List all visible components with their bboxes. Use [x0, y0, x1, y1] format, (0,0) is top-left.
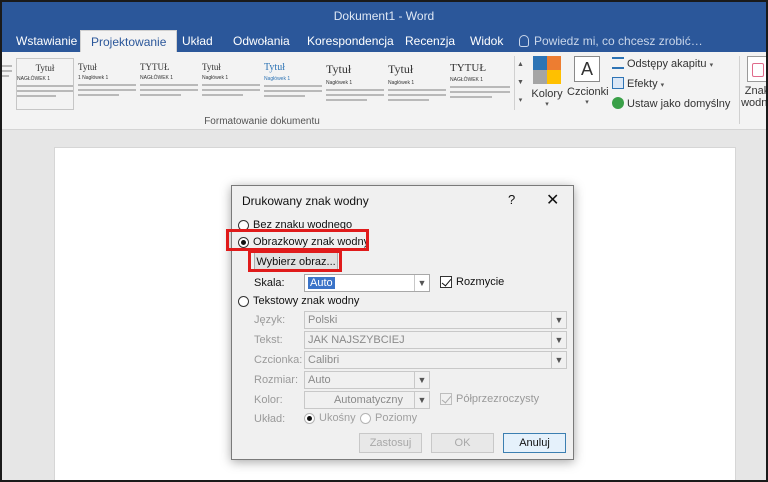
gallery-more-icon[interactable]: ▾	[515, 92, 526, 110]
fonts-button[interactable]: A Czcionki ▾	[567, 56, 609, 106]
language-select[interactable]: Polski ▼	[304, 311, 567, 329]
tab-odwolania[interactable]: Odwołania	[223, 30, 300, 52]
tab-projektowanie[interactable]: Projektowanie	[80, 30, 178, 52]
checkmark-circle-icon	[612, 97, 624, 109]
color-label: Kolor:	[254, 394, 283, 406]
chevron-down-icon: ▾	[545, 101, 549, 108]
radio-icon	[238, 219, 249, 231]
dialog-title: Drukowany znak wodny	[242, 194, 369, 208]
colors-button[interactable]: Kolory ▾	[530, 56, 564, 108]
apply-button[interactable]: Zastosuj	[359, 433, 422, 453]
paragraph-spacing-icon	[612, 57, 624, 69]
color-select[interactable]: Automatyczny ▼	[304, 391, 430, 409]
style-set-item[interactable]: Tytuł Nagłówek 1	[264, 58, 322, 110]
scale-select[interactable]: Auto ▼	[304, 274, 430, 292]
style-set-item[interactable]: Tytuł Nagłówek 1	[202, 58, 260, 110]
font-label: Czcionka:	[254, 354, 303, 366]
radio-selected-icon	[304, 412, 315, 424]
cancel-button[interactable]: Anuluj	[503, 433, 566, 453]
size-label: Rozmiar:	[254, 374, 299, 386]
style-set-item[interactable]: TYTUŁ NAGŁÓWEK 1	[450, 58, 510, 110]
watermark-icon	[747, 56, 766, 82]
text-label: Tekst:	[254, 334, 283, 346]
style-set-item[interactable]: Tytuł Nagłówek 1	[326, 58, 384, 110]
size-select[interactable]: Auto ▼	[304, 371, 430, 389]
tab-recenzja[interactable]: Recenzja	[395, 30, 465, 52]
text-select[interactable]: JAK NAJSZYBCIEJ ▼	[304, 331, 567, 349]
word-window: Dokument1 - Word Wstawianie Projektowani…	[0, 0, 768, 482]
set-as-default-button[interactable]: Ustaw jako domyślny	[612, 97, 732, 110]
help-button[interactable]: ?	[508, 192, 515, 207]
style-set-item[interactable]: Tytuł NAGŁÓWEK 1	[16, 58, 74, 110]
radio-icon	[360, 412, 371, 424]
style-set-item[interactable]: TYTUŁ NAGŁÓWEK 1	[140, 58, 198, 110]
horizontal-radio[interactable]: Poziomy	[360, 412, 417, 424]
text-watermark-radio[interactable]: Tekstowy znak wodny	[238, 295, 359, 307]
fonts-icon: A	[574, 56, 600, 82]
watermark-dialog: Drukowany znak wodny ? ✕ Bez znaku wodne…	[231, 185, 574, 460]
paragraph-spacing-button[interactable]: Odstępy akapitu ▾	[612, 57, 732, 70]
tab-uklad[interactable]: Układ	[172, 30, 223, 52]
style-set-item[interactable]: Tytuł Nagłówek 1	[388, 58, 446, 110]
scale-label: Skala:	[254, 277, 285, 289]
ok-button[interactable]: OK	[431, 433, 494, 453]
select-picture-button[interactable]: Wybierz obraz...	[254, 252, 338, 272]
effects-button[interactable]: Efekty ▾	[612, 77, 732, 90]
chevron-down-icon: ▼	[414, 392, 429, 408]
scroll-up-icon[interactable]: ▲	[515, 56, 526, 74]
chevron-down-icon: ▼	[551, 332, 566, 348]
chevron-down-icon: ▼	[414, 372, 429, 388]
gallery-scroll[interactable]: ▲ ▼ ▾	[514, 56, 526, 110]
style-set-item[interactable]: Tytuł 1 Nagłówek 1	[78, 58, 136, 110]
window-title: Dokument1 - Word	[333, 9, 435, 23]
effects-icon	[612, 77, 624, 89]
radio-selected-icon	[238, 236, 249, 248]
checkbox-checked-icon	[440, 393, 452, 405]
ribbon: Tytuł NAGŁÓWEK 1 Tytuł 1 Nagłówek 1 TYTU…	[2, 52, 766, 130]
watermark-button[interactable]: Znak wodny	[740, 56, 766, 109]
scroll-down-icon[interactable]: ▼	[515, 74, 526, 92]
font-select[interactable]: Calibri ▼	[304, 351, 567, 369]
tab-korespondencja[interactable]: Korespondencja	[297, 30, 404, 52]
chevron-down-icon: ▾	[585, 99, 589, 106]
diagonal-radio[interactable]: Ukośny	[304, 412, 356, 424]
chevron-down-icon: ▼	[551, 352, 566, 368]
language-label: Język:	[254, 314, 286, 326]
picture-watermark-radio[interactable]: Obrazkowy znak wodny	[238, 236, 369, 248]
style-set-item[interactable]	[2, 58, 12, 110]
colors-icon	[533, 56, 561, 84]
close-button[interactable]: ✕	[546, 190, 559, 210]
chevron-down-icon: ▼	[551, 312, 566, 328]
lightbulb-icon	[519, 35, 529, 47]
style-set-gallery: Tytuł NAGŁÓWEK 1 Tytuł 1 Nagłówek 1 TYTU…	[2, 56, 514, 112]
ribbon-tabs: Wstawianie Projektowanie Układ Odwołania…	[2, 30, 766, 52]
title-bar: Dokument1 - Word	[2, 2, 766, 30]
semitransparent-checkbox[interactable]: Półprzezroczysty	[440, 393, 539, 405]
chevron-down-icon: ▼	[414, 275, 429, 291]
tell-me-search[interactable]: Powiedz mi, co chcesz zrobić…	[519, 30, 703, 52]
radio-icon	[238, 295, 249, 307]
tab-wstawianie[interactable]: Wstawianie	[6, 30, 87, 52]
checkbox-checked-icon	[440, 276, 452, 288]
layout-label: Układ:	[254, 413, 286, 425]
tell-me-text: Powiedz mi, co chcesz zrobić…	[534, 34, 703, 48]
tab-widok[interactable]: Widok	[460, 30, 513, 52]
group-label: Formatowanie dokumentu	[204, 116, 320, 127]
no-watermark-radio[interactable]: Bez znaku wodnego	[238, 219, 352, 231]
washout-checkbox[interactable]: Rozmycie	[440, 276, 504, 288]
